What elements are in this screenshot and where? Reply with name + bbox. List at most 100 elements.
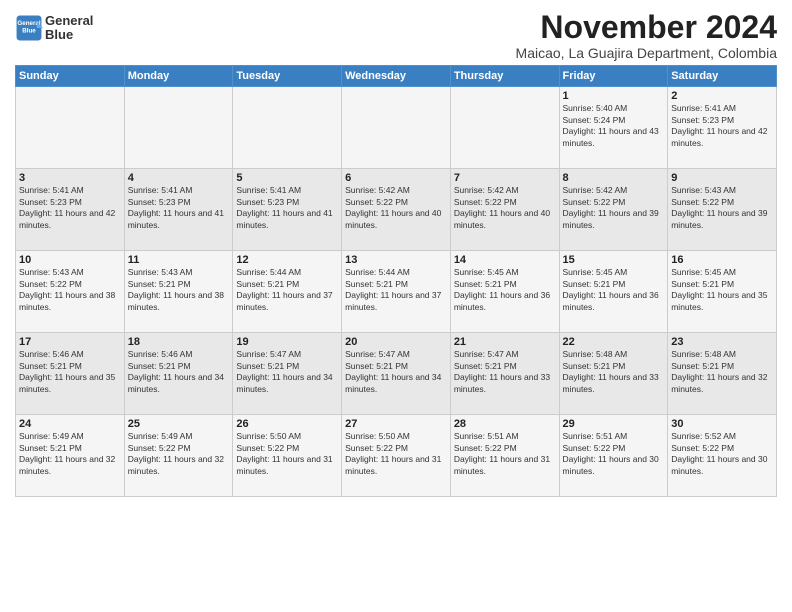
- day-number: 4: [128, 172, 230, 184]
- day-number: 12: [236, 254, 338, 266]
- calendar-week-1: 1Sunrise: 5:40 AM Sunset: 5:24 PM Daylig…: [16, 87, 777, 169]
- col-header-sunday: Sunday: [16, 66, 125, 87]
- calendar-header-row: SundayMondayTuesdayWednesdayThursdayFrid…: [16, 66, 777, 87]
- logo-line2: Blue: [45, 28, 93, 42]
- day-number: 26: [236, 418, 338, 430]
- day-number: 15: [563, 254, 665, 266]
- day-number: 24: [19, 418, 121, 430]
- calendar-cell: 6Sunrise: 5:42 AM Sunset: 5:22 PM Daylig…: [342, 169, 451, 251]
- day-info: Sunrise: 5:44 AM Sunset: 5:21 PM Dayligh…: [236, 267, 338, 313]
- col-header-friday: Friday: [559, 66, 668, 87]
- day-number: 22: [563, 336, 665, 348]
- calendar-cell: 27Sunrise: 5:50 AM Sunset: 5:22 PM Dayli…: [342, 415, 451, 497]
- calendar-cell: 22Sunrise: 5:48 AM Sunset: 5:21 PM Dayli…: [559, 333, 668, 415]
- calendar-cell: 14Sunrise: 5:45 AM Sunset: 5:21 PM Dayli…: [450, 251, 559, 333]
- day-info: Sunrise: 5:49 AM Sunset: 5:22 PM Dayligh…: [128, 431, 230, 477]
- day-number: 10: [19, 254, 121, 266]
- day-info: Sunrise: 5:48 AM Sunset: 5:21 PM Dayligh…: [671, 349, 773, 395]
- calendar-cell: 16Sunrise: 5:45 AM Sunset: 5:21 PM Dayli…: [668, 251, 777, 333]
- col-header-monday: Monday: [124, 66, 233, 87]
- day-info: Sunrise: 5:48 AM Sunset: 5:21 PM Dayligh…: [563, 349, 665, 395]
- calendar-cell: 7Sunrise: 5:42 AM Sunset: 5:22 PM Daylig…: [450, 169, 559, 251]
- logo-icon: General Blue: [15, 14, 43, 42]
- calendar-cell: 23Sunrise: 5:48 AM Sunset: 5:21 PM Dayli…: [668, 333, 777, 415]
- calendar-cell: 25Sunrise: 5:49 AM Sunset: 5:22 PM Dayli…: [124, 415, 233, 497]
- day-info: Sunrise: 5:43 AM Sunset: 5:22 PM Dayligh…: [19, 267, 121, 313]
- day-info: Sunrise: 5:45 AM Sunset: 5:21 PM Dayligh…: [454, 267, 556, 313]
- calendar-week-3: 10Sunrise: 5:43 AM Sunset: 5:22 PM Dayli…: [16, 251, 777, 333]
- calendar-week-5: 24Sunrise: 5:49 AM Sunset: 5:21 PM Dayli…: [16, 415, 777, 497]
- calendar-cell: [233, 87, 342, 169]
- day-number: 6: [345, 172, 447, 184]
- day-info: Sunrise: 5:42 AM Sunset: 5:22 PM Dayligh…: [345, 185, 447, 231]
- day-info: Sunrise: 5:41 AM Sunset: 5:23 PM Dayligh…: [236, 185, 338, 231]
- calendar-cell: 21Sunrise: 5:47 AM Sunset: 5:21 PM Dayli…: [450, 333, 559, 415]
- day-info: Sunrise: 5:50 AM Sunset: 5:22 PM Dayligh…: [345, 431, 447, 477]
- calendar-cell: 4Sunrise: 5:41 AM Sunset: 5:23 PM Daylig…: [124, 169, 233, 251]
- day-number: 18: [128, 336, 230, 348]
- calendar-cell: [16, 87, 125, 169]
- calendar-cell: [342, 87, 451, 169]
- calendar-cell: 1Sunrise: 5:40 AM Sunset: 5:24 PM Daylig…: [559, 87, 668, 169]
- day-number: 20: [345, 336, 447, 348]
- calendar-cell: 10Sunrise: 5:43 AM Sunset: 5:22 PM Dayli…: [16, 251, 125, 333]
- day-number: 11: [128, 254, 230, 266]
- day-info: Sunrise: 5:40 AM Sunset: 5:24 PM Dayligh…: [563, 103, 665, 149]
- calendar-cell: 20Sunrise: 5:47 AM Sunset: 5:21 PM Dayli…: [342, 333, 451, 415]
- title-block: November 2024 Maicao, La Guajira Departm…: [516, 10, 777, 61]
- calendar-cell: 13Sunrise: 5:44 AM Sunset: 5:21 PM Dayli…: [342, 251, 451, 333]
- calendar-cell: 2Sunrise: 5:41 AM Sunset: 5:23 PM Daylig…: [668, 87, 777, 169]
- calendar-cell: 12Sunrise: 5:44 AM Sunset: 5:21 PM Dayli…: [233, 251, 342, 333]
- day-info: Sunrise: 5:49 AM Sunset: 5:21 PM Dayligh…: [19, 431, 121, 477]
- day-number: 27: [345, 418, 447, 430]
- logo-text: General Blue: [45, 14, 93, 43]
- logo: General Blue General Blue: [15, 14, 93, 43]
- calendar-cell: 28Sunrise: 5:51 AM Sunset: 5:22 PM Dayli…: [450, 415, 559, 497]
- day-number: 8: [563, 172, 665, 184]
- calendar-cell: 8Sunrise: 5:42 AM Sunset: 5:22 PM Daylig…: [559, 169, 668, 251]
- day-number: 16: [671, 254, 773, 266]
- day-number: 25: [128, 418, 230, 430]
- day-info: Sunrise: 5:44 AM Sunset: 5:21 PM Dayligh…: [345, 267, 447, 313]
- day-number: 21: [454, 336, 556, 348]
- col-header-tuesday: Tuesday: [233, 66, 342, 87]
- page: General Blue General Blue November 2024 …: [0, 0, 792, 612]
- day-info: Sunrise: 5:51 AM Sunset: 5:22 PM Dayligh…: [563, 431, 665, 477]
- calendar-cell: 18Sunrise: 5:46 AM Sunset: 5:21 PM Dayli…: [124, 333, 233, 415]
- main-title: November 2024: [516, 10, 777, 45]
- col-header-saturday: Saturday: [668, 66, 777, 87]
- calendar-cell: 11Sunrise: 5:43 AM Sunset: 5:21 PM Dayli…: [124, 251, 233, 333]
- day-info: Sunrise: 5:42 AM Sunset: 5:22 PM Dayligh…: [563, 185, 665, 231]
- calendar-cell: 29Sunrise: 5:51 AM Sunset: 5:22 PM Dayli…: [559, 415, 668, 497]
- calendar-cell: [124, 87, 233, 169]
- day-info: Sunrise: 5:45 AM Sunset: 5:21 PM Dayligh…: [671, 267, 773, 313]
- calendar-cell: 30Sunrise: 5:52 AM Sunset: 5:22 PM Dayli…: [668, 415, 777, 497]
- day-number: 23: [671, 336, 773, 348]
- calendar-table: SundayMondayTuesdayWednesdayThursdayFrid…: [15, 65, 777, 497]
- day-number: 2: [671, 90, 773, 102]
- day-number: 13: [345, 254, 447, 266]
- day-number: 14: [454, 254, 556, 266]
- day-number: 17: [19, 336, 121, 348]
- day-number: 19: [236, 336, 338, 348]
- day-info: Sunrise: 5:43 AM Sunset: 5:22 PM Dayligh…: [671, 185, 773, 231]
- day-info: Sunrise: 5:42 AM Sunset: 5:22 PM Dayligh…: [454, 185, 556, 231]
- day-info: Sunrise: 5:50 AM Sunset: 5:22 PM Dayligh…: [236, 431, 338, 477]
- day-info: Sunrise: 5:46 AM Sunset: 5:21 PM Dayligh…: [128, 349, 230, 395]
- day-number: 28: [454, 418, 556, 430]
- svg-text:Blue: Blue: [22, 28, 36, 35]
- day-info: Sunrise: 5:47 AM Sunset: 5:21 PM Dayligh…: [236, 349, 338, 395]
- calendar-cell: 3Sunrise: 5:41 AM Sunset: 5:23 PM Daylig…: [16, 169, 125, 251]
- day-number: 7: [454, 172, 556, 184]
- day-info: Sunrise: 5:46 AM Sunset: 5:21 PM Dayligh…: [19, 349, 121, 395]
- logo-line1: General: [45, 14, 93, 28]
- col-header-thursday: Thursday: [450, 66, 559, 87]
- calendar-cell: [450, 87, 559, 169]
- day-info: Sunrise: 5:47 AM Sunset: 5:21 PM Dayligh…: [454, 349, 556, 395]
- day-info: Sunrise: 5:51 AM Sunset: 5:22 PM Dayligh…: [454, 431, 556, 477]
- calendar-cell: 5Sunrise: 5:41 AM Sunset: 5:23 PM Daylig…: [233, 169, 342, 251]
- day-number: 29: [563, 418, 665, 430]
- day-number: 9: [671, 172, 773, 184]
- calendar-week-2: 3Sunrise: 5:41 AM Sunset: 5:23 PM Daylig…: [16, 169, 777, 251]
- calendar-cell: 15Sunrise: 5:45 AM Sunset: 5:21 PM Dayli…: [559, 251, 668, 333]
